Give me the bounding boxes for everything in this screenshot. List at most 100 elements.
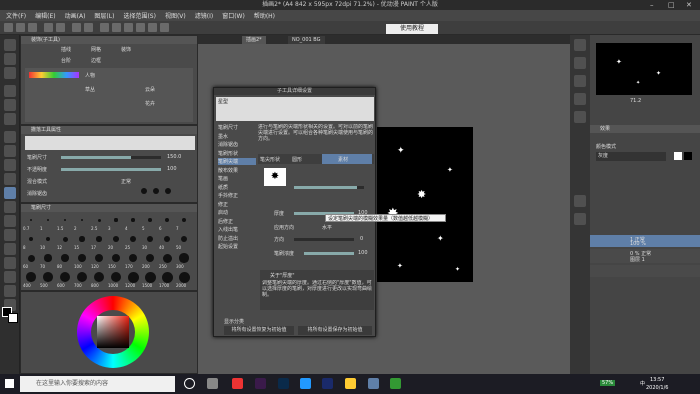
sub-tool-tab-3[interactable]: 装饰 [121, 46, 131, 53]
save-defaults-button[interactable]: 将所有设置保存为初始值 [298, 326, 372, 335]
brush-size-cell[interactable]: 10 [40, 233, 56, 251]
airbrush-tool-icon[interactable] [4, 173, 16, 185]
maximize-icon[interactable]: □ [668, 0, 675, 10]
color-swatch-white[interactable] [674, 152, 682, 160]
sub-tool-brush-list[interactable]: 人物 草丛 云朵 花卉 [25, 68, 193, 122]
color-mode-select[interactable]: 灰度 [596, 152, 666, 161]
transform-icon[interactable] [100, 23, 109, 32]
brush-size-cell[interactable]: 250 [159, 252, 175, 270]
dialog-category-item[interactable]: 笔画 [218, 175, 228, 182]
eraser-tool-icon[interactable] [4, 201, 16, 213]
brush-size-cell[interactable]: 5 [142, 214, 158, 232]
brush-size-cell[interactable]: 80 [57, 252, 73, 270]
invert-selection-icon[interactable] [124, 23, 133, 32]
dialog-category-item[interactable]: 防止溢出 [218, 235, 238, 242]
brush-size-cell[interactable]: 400 [23, 271, 39, 289]
canvas-tab-other[interactable]: NO_001 BG [288, 36, 325, 44]
brush-size-cell[interactable]: 500 [40, 271, 56, 289]
brush-size-cell[interactable]: 100 [74, 252, 90, 270]
menu-help[interactable]: 帮助(H) [254, 11, 275, 20]
minimize-icon[interactable]: – [650, 0, 654, 10]
blend-mode-value[interactable]: 正常 [121, 178, 131, 185]
taskbar-date[interactable]: 2020/1/6 [646, 385, 668, 391]
direction-slider[interactable] [294, 238, 354, 241]
redo-icon[interactable] [56, 23, 65, 32]
tutorial-button[interactable]: 使用教程 [386, 24, 438, 34]
brush-size-cell[interactable]: 170 [125, 252, 141, 270]
ruler-icon[interactable] [160, 23, 169, 32]
menu-animation[interactable]: 动画(A) [65, 11, 86, 20]
tip-size-slider[interactable] [294, 186, 364, 189]
dialog-category-item[interactable]: 起始设置 [218, 243, 238, 250]
dialog-category-item[interactable]: 笔刷形状 [218, 150, 238, 157]
layer-row[interactable] [590, 265, 700, 277]
opacity-slider[interactable] [61, 168, 161, 171]
move-tool-icon[interactable] [4, 53, 16, 65]
edge-icon[interactable] [300, 378, 311, 389]
layer-row[interactable]: 0 % 正常 图层 1 [590, 249, 700, 263]
gradient-tool-icon[interactable] [4, 243, 16, 255]
new-file-icon[interactable] [4, 23, 13, 32]
figure-tool-icon[interactable] [4, 257, 16, 269]
brush-size-cell[interactable]: 150 [108, 252, 124, 270]
fill-tool-icon[interactable] [4, 229, 16, 241]
save-icon[interactable] [28, 23, 37, 32]
media-icon[interactable] [322, 378, 333, 389]
brush-size-cell[interactable]: 2.5 [91, 214, 107, 232]
close-icon[interactable]: ✕ [686, 0, 692, 10]
app-icon-green[interactable] [390, 378, 401, 389]
selection-tool-icon[interactable] [4, 85, 16, 97]
navigator-panel-icon[interactable] [574, 39, 586, 51]
sub-tool-tab-2[interactable]: 网格 [91, 46, 101, 53]
dialog-category-item[interactable]: 入线出笔 [218, 226, 238, 233]
dialog-category-item[interactable]: 后修正 [218, 218, 233, 225]
shape-tab-material[interactable]: 素材 [338, 156, 348, 163]
brush-size-cell[interactable]: 6 [159, 214, 175, 232]
reset-defaults-button[interactable]: 将所有设置恢复为初始值 [224, 326, 294, 335]
clear-icon[interactable] [72, 23, 81, 32]
brush-density-slider[interactable] [304, 252, 354, 255]
brush-size-cell[interactable]: 3 [108, 214, 124, 232]
auto-select-tool-icon[interactable] [4, 99, 16, 111]
brush-size-grid[interactable]: 0.7 1 1.5 2 2.5 3 4 5 6 7 8 10 12 15 17 20 25 30 40 50 60 70 8… [23, 214, 197, 290]
brush-size-cell[interactable]: 700 [74, 271, 90, 289]
zoom-tool-icon[interactable] [4, 39, 16, 51]
paint-app-icon[interactable] [368, 378, 379, 389]
anti-alias-option-3[interactable] [165, 188, 171, 194]
brush-size-cell[interactable]: 50 [176, 233, 192, 251]
sub-tool-tab-5[interactable]: 边框 [91, 57, 101, 64]
brush-size-cell[interactable]: 8 [23, 233, 39, 251]
decoration-tool-icon[interactable] [4, 187, 16, 199]
sub-color-swatch[interactable] [8, 313, 18, 323]
sub-tool-tab-4[interactable]: 台阶 [61, 57, 71, 64]
layer-row-selected[interactable]: 1 正常 100 % [590, 235, 700, 247]
cortana-icon[interactable] [184, 378, 195, 389]
brush-size-cell[interactable]: 4 [125, 214, 141, 232]
battery-indicator[interactable]: 57% [600, 380, 616, 386]
premiere-icon[interactable] [255, 378, 266, 389]
pencil-tool-icon[interactable] [4, 145, 16, 157]
dialog-category-item[interactable]: 手抖修正 [218, 192, 238, 199]
deselect-icon[interactable] [112, 23, 121, 32]
menu-edit[interactable]: 编辑(E) [35, 11, 55, 20]
brush-size-cell[interactable]: 2 [74, 214, 90, 232]
brush-size-cell[interactable]: 70 [40, 252, 56, 270]
frame-tool-icon[interactable] [4, 271, 16, 283]
taskbar-search-box[interactable]: 在这里输入你要搜索的内容 [20, 376, 175, 392]
anti-alias-option-1[interactable] [141, 188, 147, 194]
brush-size-cell[interactable]: 1200 [125, 271, 141, 289]
brush-size-cell[interactable]: 0.7 [23, 214, 39, 232]
snap-icon[interactable] [148, 23, 157, 32]
dialog-category-item[interactable]: 笔刷尺寸 [218, 124, 238, 131]
sub-view-panel-icon[interactable] [574, 57, 586, 69]
taskbar-time[interactable]: 13:57 [650, 377, 664, 383]
brush-size-cell[interactable]: 300 [176, 252, 192, 270]
navigator-zoom[interactable]: 71.2 [630, 98, 641, 104]
menu-selection[interactable]: 选择范围(S) [123, 11, 156, 20]
brush-size-cell[interactable]: 1 [40, 214, 56, 232]
input-language[interactable]: 中 [640, 380, 645, 387]
layer-search-icon[interactable] [574, 213, 586, 225]
canvas-tab-active[interactable]: 插画2* [242, 36, 266, 44]
color-swatch-black[interactable] [684, 152, 692, 160]
brush-size-cell[interactable]: 12 [57, 233, 73, 251]
